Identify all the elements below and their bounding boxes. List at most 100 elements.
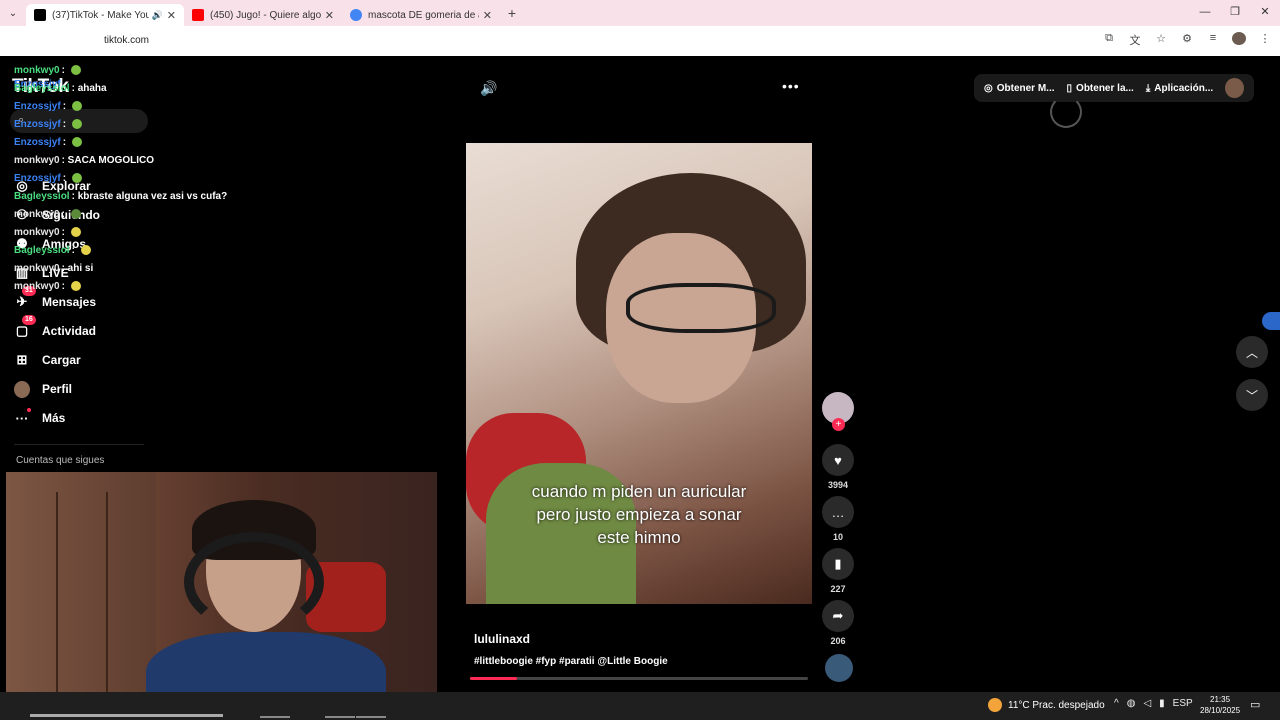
get-app-button[interactable]: ▯ Obtener la... bbox=[1067, 83, 1134, 94]
emote-icon bbox=[70, 281, 81, 292]
video-progress-fill bbox=[470, 677, 518, 680]
chat-message: Enzossjyf: bbox=[14, 134, 82, 152]
comment-icon: … bbox=[831, 504, 845, 520]
chat-message: Bagleyssiol: ahaha bbox=[14, 80, 107, 98]
video-author[interactable]: lululinaxd bbox=[474, 632, 530, 646]
follow-plus-icon[interactable]: + bbox=[832, 418, 845, 431]
chat-message: monkwy0: bbox=[14, 278, 81, 296]
chat-username: Enzossjyf bbox=[14, 119, 61, 130]
new-tab-button[interactable]: + bbox=[500, 5, 524, 21]
chevron-up-icon[interactable]: ^ bbox=[1114, 698, 1119, 709]
user-avatar[interactable] bbox=[1225, 78, 1244, 98]
activity-icon: ▢ 16 bbox=[14, 315, 36, 339]
extensions-icon[interactable]: ⚙ bbox=[1180, 32, 1194, 48]
close-window-button[interactable]: ✕ bbox=[1250, 0, 1280, 26]
tab-search-icon[interactable]: ⌄ bbox=[0, 0, 26, 26]
upload-icon: ⊞ bbox=[16, 352, 28, 367]
video-player[interactable]: cuando m piden un auricular pero justo e… bbox=[466, 143, 812, 604]
more-options-icon[interactable]: ••• bbox=[782, 78, 800, 94]
close-tab-icon[interactable]: ✕ bbox=[325, 9, 334, 22]
chat-username: monkwy0 bbox=[14, 209, 60, 220]
notification-icon[interactable]: ▭ bbox=[1250, 698, 1260, 711]
tab-strip: ⌄ (37)TikTok - Make Your Day 🔊 ✕ (450) J… bbox=[0, 0, 1280, 26]
os-taskbar: 11°C Prac. despejado ^ ◍ ◁ ▮ ESP 21:35 2… bbox=[0, 692, 1280, 720]
close-tab-icon[interactable]: ✕ bbox=[167, 9, 176, 22]
desktop-app-button[interactable]: ⤓ Aplicación... bbox=[1146, 83, 1213, 94]
bookmark-star-icon[interactable]: ☆ bbox=[1154, 32, 1168, 48]
chat-text: : kbraste alguna vez asi vs cufa? bbox=[71, 191, 228, 202]
taskbar-app-indicator bbox=[356, 716, 386, 718]
headset-icon bbox=[184, 532, 324, 632]
volume-icon[interactable]: ◁ bbox=[1143, 698, 1151, 709]
chat-username: monkwy0 bbox=[14, 65, 60, 76]
like-count: 3994 bbox=[827, 480, 849, 490]
tab-google[interactable]: mascota DE gomeria de autos - ✕ bbox=[342, 4, 500, 26]
weather-widget[interactable]: 11°C Prac. despejado bbox=[988, 698, 1105, 712]
sidebar-item-perfil[interactable]: Perfil bbox=[14, 379, 144, 399]
video-progress-bar[interactable] bbox=[470, 677, 808, 680]
system-tray: ^ ◍ ◁ ▮ ESP bbox=[1114, 698, 1193, 709]
sidebar-item-label: Actividad bbox=[42, 324, 97, 338]
share-button[interactable]: ➦ bbox=[822, 600, 854, 632]
chat-text: : ahi si bbox=[61, 263, 94, 274]
taskbar-app-indicator bbox=[325, 716, 355, 718]
chat-text: : bbox=[61, 227, 68, 238]
system-clock[interactable]: 21:35 28/10/2025 bbox=[1200, 694, 1240, 716]
profile-avatar[interactable] bbox=[1232, 32, 1246, 48]
install-app-icon[interactable]: ⧉ bbox=[1102, 32, 1116, 48]
chat-message: monkwy0: ahi si bbox=[14, 260, 93, 278]
mic-icon[interactable] bbox=[1262, 312, 1280, 330]
mic-icon[interactable]: ▮ bbox=[1159, 698, 1165, 709]
chat-username: Enzossjyf bbox=[14, 101, 61, 112]
tab-audio-icon[interactable]: 🔊 bbox=[152, 10, 163, 21]
url-field[interactable]: tiktok.com bbox=[104, 35, 149, 46]
browser-menu-icon[interactable]: ⋮ bbox=[1258, 32, 1272, 48]
minimize-button[interactable]: — bbox=[1190, 0, 1220, 26]
network-icon[interactable]: ◍ bbox=[1127, 698, 1136, 709]
desktop-app-label: Aplicación... bbox=[1154, 82, 1214, 94]
chat-message: Enzossjyf: bbox=[14, 170, 82, 188]
window-controls: — ❐ ✕ bbox=[1190, 0, 1280, 26]
more-icon: ··· bbox=[14, 408, 31, 426]
chat-username: monkwy0 bbox=[14, 281, 60, 292]
download-icon: ⤓ bbox=[1145, 82, 1151, 94]
comment-button[interactable]: … bbox=[822, 496, 854, 528]
sidebar-item-cargar[interactable]: ⊞ Cargar bbox=[14, 350, 144, 370]
close-tab-icon[interactable]: ✕ bbox=[483, 9, 492, 22]
chat-text: : bbox=[62, 101, 69, 112]
chat-message: Enzossjyf: bbox=[14, 98, 82, 116]
sidebar-item-mas[interactable]: ··· Más bbox=[14, 408, 144, 428]
like-button[interactable]: ♥ bbox=[822, 444, 854, 476]
restore-button[interactable]: ❐ bbox=[1220, 0, 1250, 26]
emote-icon bbox=[80, 245, 91, 256]
top-action-bar: ◎ Obtener M... ▯ Obtener la... ⤓ Aplicac… bbox=[974, 74, 1254, 102]
tab-tiktok[interactable]: (37)TikTok - Make Your Day 🔊 ✕ bbox=[26, 4, 184, 26]
get-coins-button[interactable]: ◎ Obtener M... bbox=[984, 83, 1055, 94]
volume-icon[interactable]: 🔊 bbox=[480, 80, 497, 97]
music-disc-icon[interactable] bbox=[825, 654, 853, 682]
share-count: 206 bbox=[830, 636, 846, 646]
video-hashtags[interactable]: #littleboogie #fyp #paratii @Little Boog… bbox=[474, 656, 668, 667]
chat-username: Bagleyssiol bbox=[14, 83, 70, 94]
weather-label: 11°C Prac. despejado bbox=[1008, 699, 1105, 711]
chevron-down-icon: ﹀ bbox=[1245, 388, 1258, 403]
tab-youtube[interactable]: (450) Jugo! - Quiere algo de mi ✕ bbox=[184, 4, 342, 26]
bookmark-icon: ▮ bbox=[834, 556, 842, 571]
sidebar-item-actividad[interactable]: ▢ 16 Actividad bbox=[14, 315, 144, 341]
translate-icon[interactable]: 文 bbox=[1128, 32, 1142, 48]
save-button[interactable]: ▮ bbox=[822, 548, 854, 580]
language-indicator[interactable]: ESP bbox=[1173, 698, 1193, 709]
tiktok-favicon-icon bbox=[34, 9, 46, 21]
emote-icon bbox=[70, 209, 81, 220]
chat-text: : bbox=[61, 65, 68, 76]
media-control-icon[interactable]: ≡ bbox=[1206, 32, 1220, 48]
chat-text: : bbox=[61, 281, 68, 292]
chat-text: : bbox=[62, 137, 69, 148]
chat-message: monkwy0: bbox=[14, 206, 81, 224]
chat-text: : bbox=[62, 173, 69, 184]
chat-text: : ahaha bbox=[71, 83, 107, 94]
previous-video-button[interactable]: ︿ bbox=[1236, 336, 1268, 368]
phone-icon: ▯ bbox=[1066, 82, 1073, 94]
next-video-button[interactable]: ﹀ bbox=[1236, 379, 1268, 411]
emote-icon bbox=[71, 101, 82, 112]
